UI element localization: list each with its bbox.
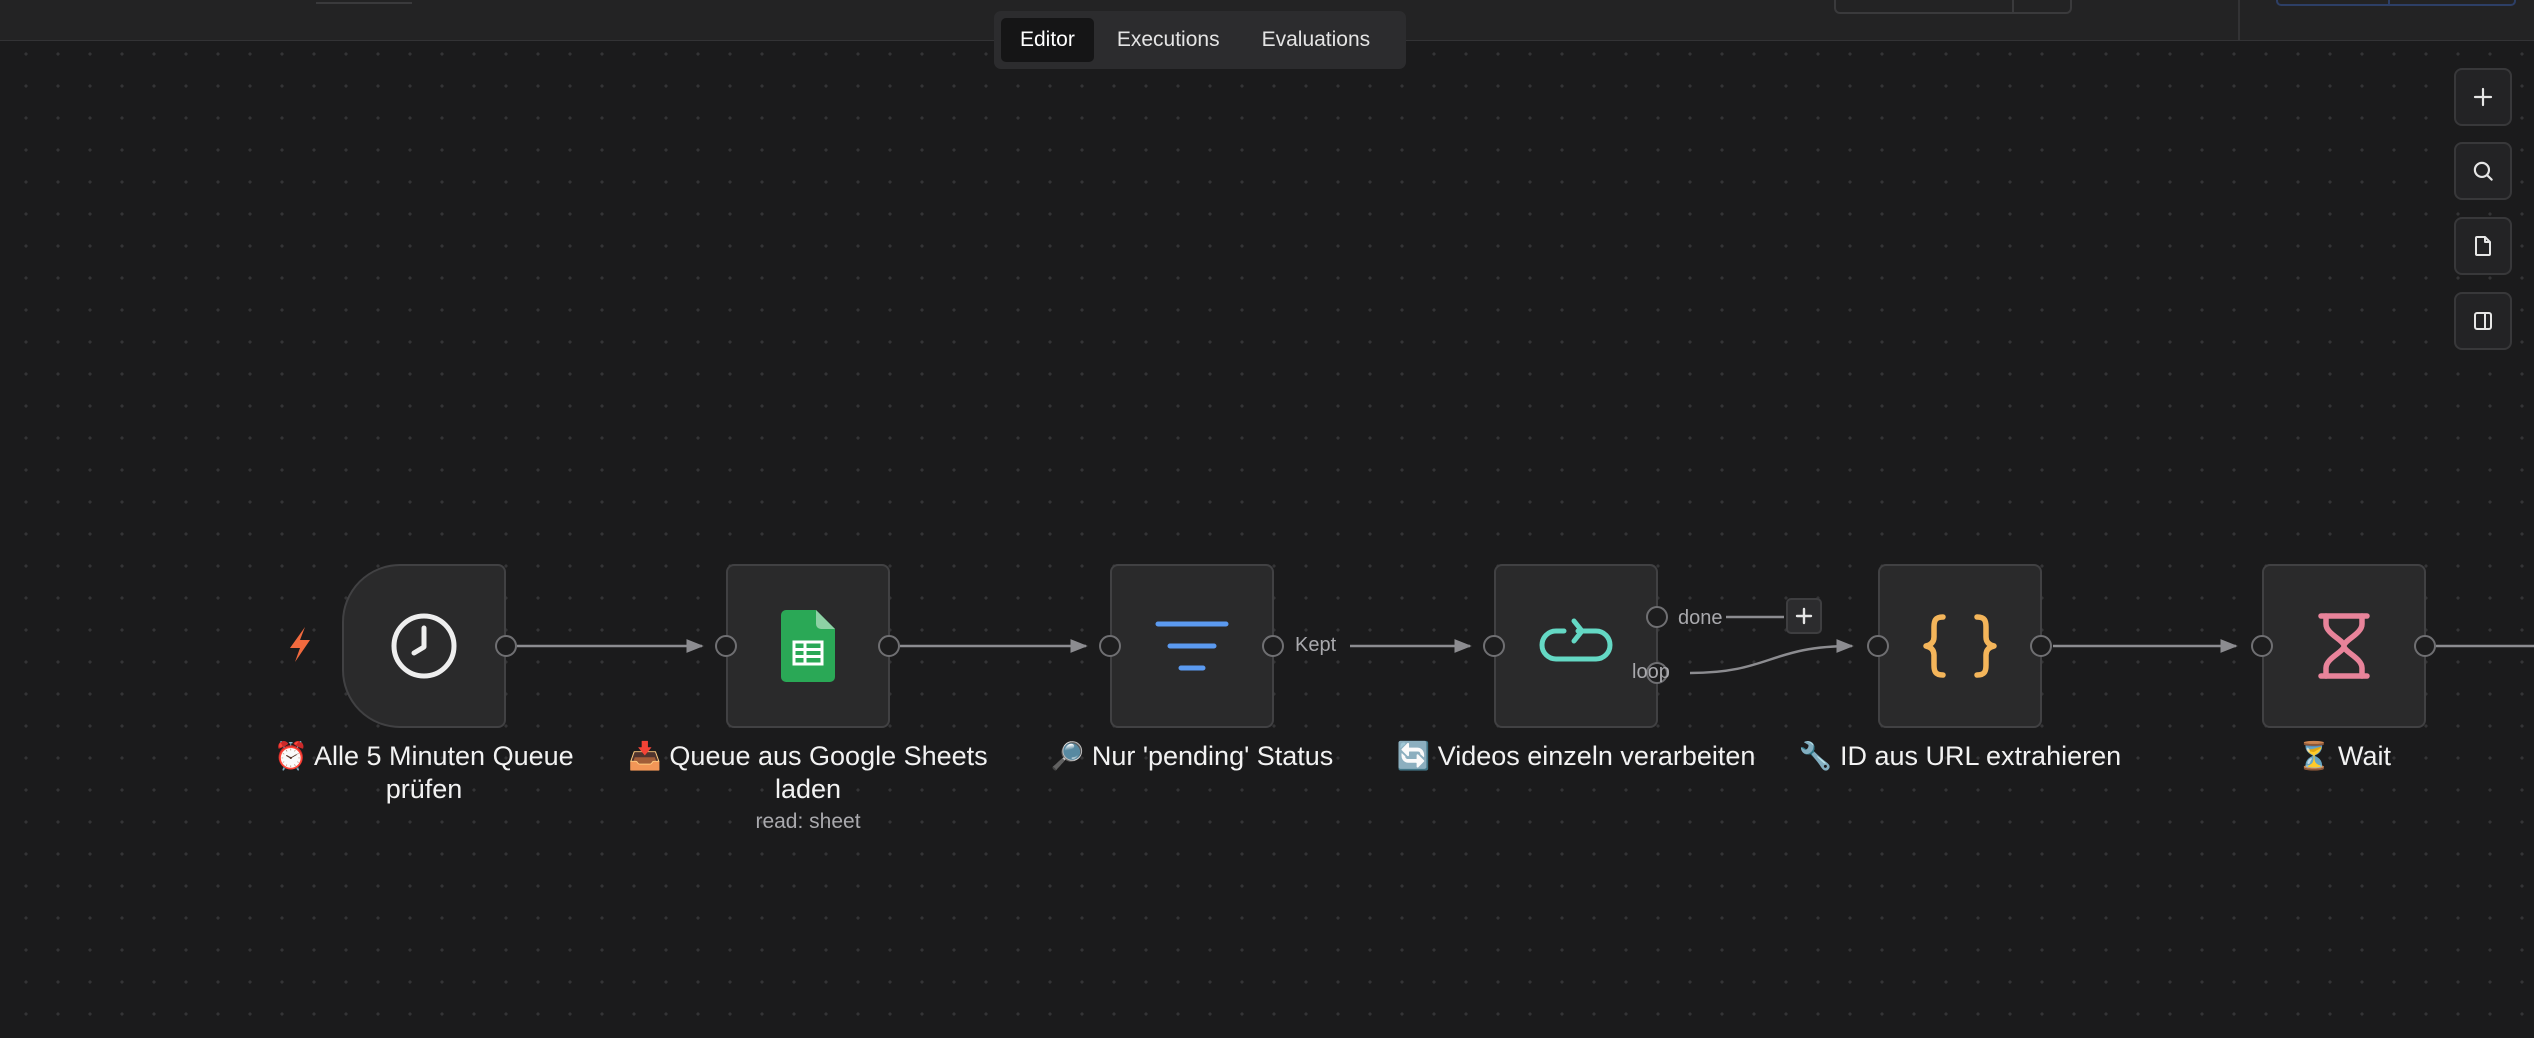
input-handle-wait[interactable]: [2251, 635, 2273, 657]
edge-label-kept: Kept: [1295, 634, 1337, 656]
add-node-button[interactable]: [1786, 598, 1822, 634]
loop-icon: [1539, 618, 1613, 662]
node-label-trigger: ⏰ Alle 5 Minuten Queue prüfen: [274, 741, 574, 804]
node-filter[interactable]: [1110, 564, 1274, 728]
connection-loop-code[interactable]: [1689, 639, 1854, 675]
output-handle-sheets[interactable]: [878, 635, 900, 657]
input-handle-sheets[interactable]: [715, 635, 737, 657]
output-handle-trigger[interactable]: [495, 635, 517, 657]
output-handle-done[interactable]: [1646, 606, 1668, 628]
node-label-sheets: 📥 Queue aus Google Sheets laden: [628, 741, 988, 804]
node-schedule-trigger[interactable]: [342, 564, 506, 728]
filter-icon: [1155, 621, 1229, 671]
node-label-code: 🔧 ID aus URL extrahieren: [1798, 741, 2122, 771]
plus-icon: [1795, 607, 1813, 625]
google-sheets-icon: [781, 610, 835, 682]
node-label-filter: 🔎 Nur 'pending' Status: [1050, 741, 1334, 771]
node-label-loop: 🔄 Videos einzeln verarbeiten: [1396, 741, 1756, 771]
node-wait[interactable]: [2262, 564, 2426, 728]
code-braces-icon: [1923, 614, 1997, 678]
input-handle-loop[interactable]: [1483, 635, 1505, 657]
node-split-in-batches[interactable]: [1494, 564, 1658, 728]
node-google-sheets[interactable]: [726, 564, 890, 728]
hourglass-icon: [2318, 613, 2370, 679]
bolt-icon: [290, 627, 310, 662]
node-sublabel-sheets: read: sheet: [755, 810, 861, 833]
clock-icon: [391, 613, 457, 679]
input-handle-filter[interactable]: [1099, 635, 1121, 657]
node-code[interactable]: [1878, 564, 2042, 728]
input-handle-code[interactable]: [1867, 635, 1889, 657]
node-label-wait: ⏳ Wait: [2296, 741, 2392, 771]
edge-label-loop-text: loop: [1632, 661, 1670, 683]
output-handle-wait[interactable]: [2414, 635, 2436, 657]
connections-layer: [290, 615, 2534, 675]
output-handle-code[interactable]: [2030, 635, 2052, 657]
output-handle-filter-kept[interactable]: [1262, 635, 1284, 657]
edge-label-done: done: [1678, 607, 1723, 629]
